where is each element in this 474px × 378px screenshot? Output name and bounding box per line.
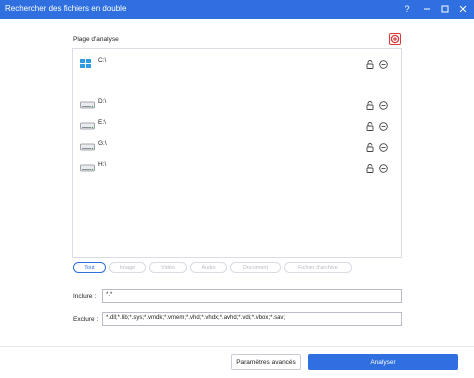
drive-label: D:\ bbox=[98, 98, 107, 105]
include-label: Inclure : bbox=[73, 293, 97, 300]
advanced-settings-button[interactable]: Paramètres avancés bbox=[231, 354, 301, 370]
lock-icon[interactable] bbox=[366, 139, 374, 152]
drive-label: C:\ bbox=[98, 57, 107, 64]
remove-icon[interactable] bbox=[379, 56, 388, 69]
analyze-button[interactable]: Analyser bbox=[308, 354, 458, 370]
lock-icon[interactable] bbox=[366, 160, 374, 173]
help-icon[interactable]: ? bbox=[400, 2, 414, 16]
windows-drive-icon bbox=[80, 56, 95, 68]
remove-icon[interactable] bbox=[379, 139, 388, 152]
filter-video[interactable]: Vidéo bbox=[149, 262, 187, 273]
filter-audio[interactable]: Audio bbox=[190, 262, 227, 273]
drive-label: H:\ bbox=[98, 161, 107, 168]
drive-item-d[interactable]: D:\ bbox=[73, 92, 401, 112]
remove-icon[interactable] bbox=[379, 118, 388, 131]
add-folder-icon[interactable] bbox=[389, 32, 401, 45]
lock-icon[interactable] bbox=[366, 118, 374, 131]
exclude-label: Exclure : bbox=[73, 316, 99, 323]
filter-all[interactable]: Tout bbox=[73, 262, 106, 273]
remove-icon[interactable] bbox=[379, 160, 388, 173]
drive-item-c[interactable]: C:\ bbox=[73, 51, 401, 71]
minimize-icon[interactable] bbox=[420, 2, 434, 16]
disk-drive-icon bbox=[80, 118, 95, 130]
disk-drive-icon bbox=[80, 97, 95, 109]
filter-archive[interactable]: Fichier d'archive bbox=[284, 262, 352, 273]
drive-item-e[interactable]: E:\ bbox=[73, 113, 401, 133]
footer-divider bbox=[0, 346, 474, 347]
scan-range-label: Plage d'analyse bbox=[73, 36, 119, 43]
drive-list: C:\ D:\ E:\ G:\ H:\ bbox=[72, 48, 402, 258]
filter-document[interactable]: Document bbox=[230, 262, 281, 273]
close-icon[interactable] bbox=[456, 2, 470, 16]
lock-icon[interactable] bbox=[366, 56, 374, 69]
remove-icon[interactable] bbox=[379, 97, 388, 110]
maximize-icon[interactable] bbox=[438, 2, 452, 16]
exclude-field[interactable]: *.dll;*.lib;*.sys;*.vmdk;*.vmem;*.vhd;*.… bbox=[102, 312, 402, 326]
disk-drive-icon bbox=[80, 139, 95, 151]
drive-label: E:\ bbox=[98, 119, 106, 126]
include-field[interactable]: *.* bbox=[102, 289, 402, 303]
lock-icon[interactable] bbox=[366, 97, 374, 110]
filter-image[interactable]: Image bbox=[109, 262, 146, 273]
drive-item-g[interactable]: G:\ bbox=[73, 134, 401, 154]
window-title: Rechercher des fichiers en double bbox=[5, 4, 127, 13]
disk-drive-icon bbox=[80, 160, 95, 172]
drive-item-h[interactable]: H:\ bbox=[73, 155, 401, 175]
title-bar: Rechercher des fichiers en double ? bbox=[0, 0, 474, 19]
drive-label: G:\ bbox=[98, 140, 107, 147]
